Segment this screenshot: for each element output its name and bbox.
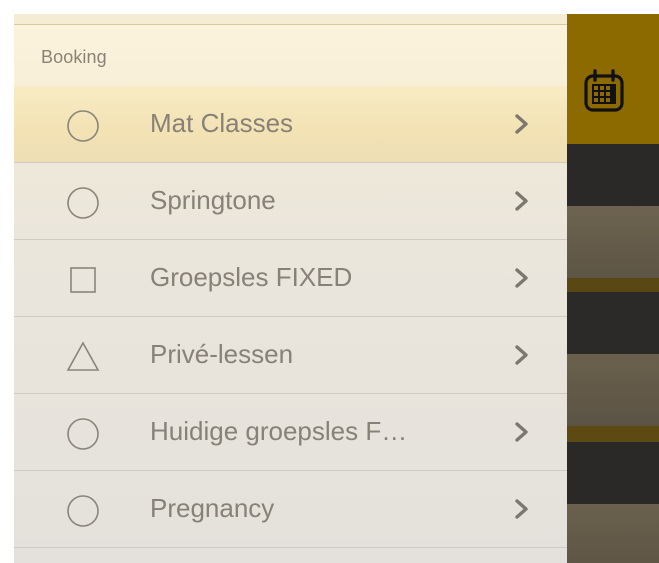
chevron-right-icon [515,114,528,134]
side-band [567,442,659,504]
menu-item-label: Mat Classes [150,108,294,138]
menu-item-mat-classes[interactable]: Mat Classes [14,86,567,163]
square-icon [70,267,96,293]
chevron-right-icon [515,191,528,211]
circle-icon [67,187,99,219]
chevron-right-icon [515,499,528,519]
side-band [567,354,659,426]
menu-item-label: Groepsles FIXED [150,262,353,292]
side-band [567,426,659,442]
circle-icon [67,418,99,450]
main-content-peek [567,14,659,563]
menu-item-huidige-groepsles[interactable]: Huidige groepsles F… [14,394,567,471]
section-label: Booking [41,47,107,67]
calendar-icon [584,69,624,112]
menu-item-label: Huidige groepsles F… [150,416,408,446]
menu-item-springtone[interactable]: Springtone [14,163,567,240]
side-band [567,292,659,354]
menu-item-label: Springtone [150,185,276,215]
menu-item-prive-lessen[interactable]: Privé-lessen [14,317,567,394]
side-band [567,206,659,278]
chevron-right-icon [515,422,528,442]
side-band [567,504,659,563]
side-menu: Booking Mat Classes Springtone Groepsles… [14,14,567,563]
circle-icon [67,110,99,142]
triangle-icon [66,341,100,371]
section-header: Booking [14,25,567,86]
menu-item-label: Pregnancy [150,493,275,523]
chevron-right-icon [515,268,528,288]
circle-icon [67,495,99,527]
calendar-tab[interactable] [567,14,659,144]
menu-item-groepsles-fixed[interactable]: Groepsles FIXED [14,240,567,317]
side-band [567,278,659,292]
menu-item-label: Privé-lessen [150,339,294,369]
chevron-right-icon [515,345,528,365]
menu-item-pregnancy[interactable]: Pregnancy [14,471,567,548]
side-band [567,144,659,206]
